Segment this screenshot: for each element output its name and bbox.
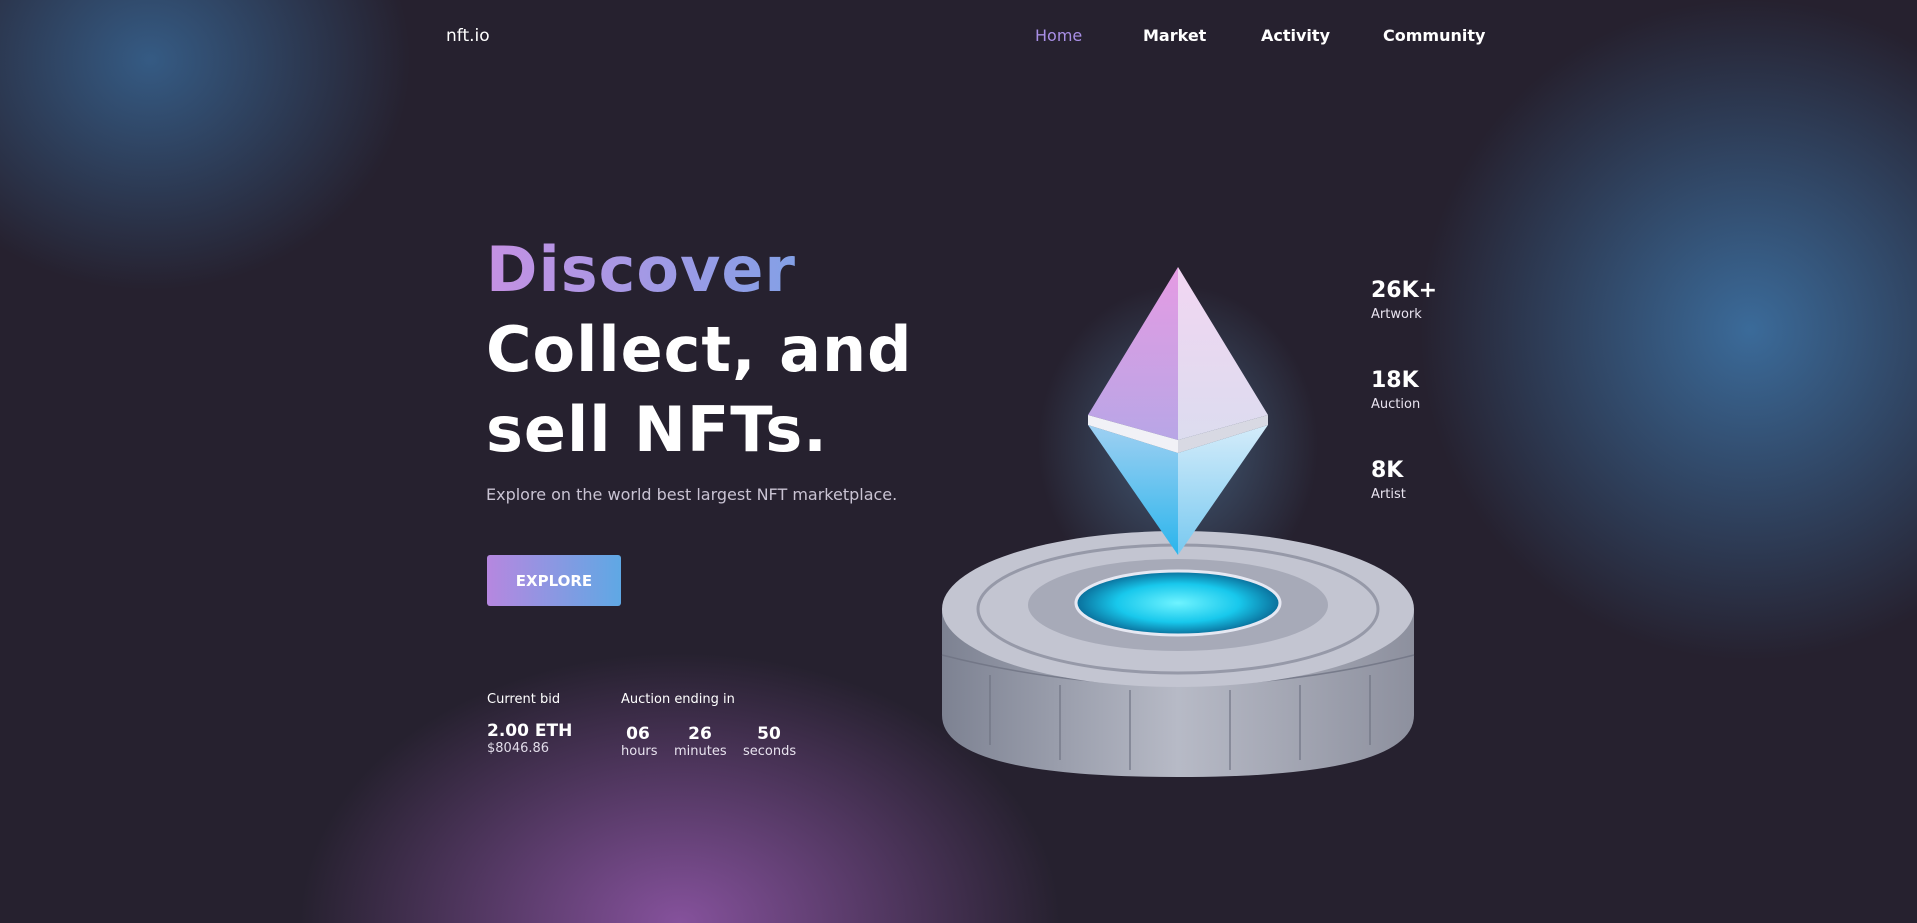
countdown-hours: 06 hours — [621, 724, 658, 759]
nav-market[interactable]: Market — [1143, 26, 1206, 45]
auction-ending: Auction ending in — [621, 692, 735, 707]
current-bid: Current bid 2.00 ETH $8046.86 — [487, 692, 572, 756]
countdown-seconds: 50 seconds — [743, 724, 797, 759]
ethereum-pedestal-icon — [941, 267, 1415, 777]
countdown-seconds-unit: seconds — [743, 744, 797, 759]
countdown-minutes-value: 26 — [688, 724, 712, 744]
nav-home[interactable]: Home — [1035, 26, 1082, 45]
nav-community[interactable]: Community — [1383, 26, 1485, 45]
bid-eth: 2.00 ETH — [487, 721, 573, 741]
hero-subtitle: Explore on the world best largest NFT ma… — [486, 485, 898, 504]
countdown-minutes-unit: minutes — [674, 744, 727, 759]
countdown-minutes: 26 minutes — [674, 724, 727, 759]
countdown-seconds-value: 50 — [757, 724, 781, 744]
headline-line-2: Collect, and — [486, 313, 913, 386]
logo[interactable]: nft.io — [446, 26, 490, 46]
countdown-hours-value: 06 — [626, 724, 650, 744]
explore-button[interactable]: EXPLORE — [487, 555, 621, 606]
nav-activity[interactable]: Activity — [1261, 26, 1330, 45]
headline-discover: Discover — [486, 230, 913, 310]
current-bid-label: Current bid — [487, 692, 561, 707]
bid-usd: $8046.86 — [487, 741, 550, 756]
hero-headline: Discover Collect, and sell NFTs. — [486, 230, 913, 470]
auction-label: Auction ending in — [621, 692, 735, 707]
page: nft.io Home Market Activity Community Di… — [0, 0, 1917, 923]
headline-line-3: sell NFTs. — [486, 393, 828, 466]
countdown-hours-unit: hours — [621, 744, 658, 759]
